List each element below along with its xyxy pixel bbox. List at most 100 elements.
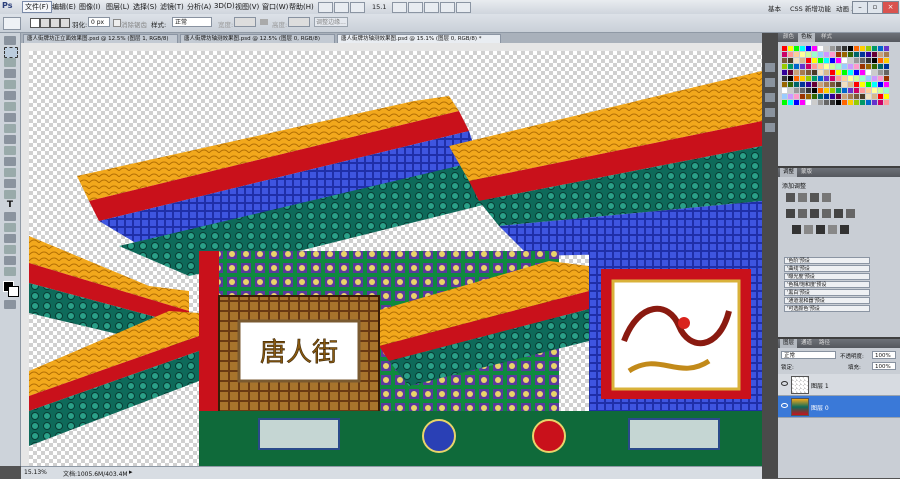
color-swatch[interactable] [824,88,829,93]
color-swatch[interactable] [854,88,859,93]
color-swatch[interactable] [866,76,871,81]
color-swatch[interactable] [872,52,877,57]
color-swatch[interactable] [794,88,799,93]
type-tool-icon[interactable]: T [4,201,16,210]
menu-filter[interactable]: 滤镜(T) [160,2,184,12]
tab-layers[interactable]: 图层 [780,339,798,348]
adjustment-icons-row-1[interactable] [786,193,856,203]
color-swatch[interactable] [860,88,865,93]
color-swatch[interactable] [884,94,889,99]
color-swatch[interactable] [872,76,877,81]
color-swatch[interactable] [836,46,841,51]
color-swatch[interactable] [812,76,817,81]
subtract-selection-icon[interactable] [50,18,60,28]
history-brush-tool-icon[interactable] [4,135,16,144]
color-swatch[interactable] [782,76,787,81]
color-swatch[interactable] [848,52,853,57]
color-swatch[interactable] [830,76,835,81]
color-swatch[interactable] [878,46,883,51]
crop-tool-icon[interactable] [4,80,16,89]
color-swatch[interactable] [782,58,787,63]
color-swatch[interactable] [782,46,787,51]
color-swatch[interactable] [842,82,847,87]
fill-input[interactable]: 100% [872,362,896,370]
color-swatch[interactable] [812,94,817,99]
color-swatch[interactable] [782,88,787,93]
gradient-tool-icon[interactable] [4,157,16,166]
color-swatch[interactable] [794,100,799,105]
color-swatch[interactable] [878,100,883,105]
color-swatch[interactable] [794,64,799,69]
minimize-icon[interactable]: – [852,1,868,14]
color-swatch[interactable] [824,58,829,63]
color-swatch[interactable] [818,64,823,69]
preset-black-white[interactable]: '黑白'预设 [784,289,870,296]
color-swatch[interactable] [884,58,889,63]
arrange-documents-icon[interactable] [440,2,455,13]
style-select[interactable]: 正常 [172,17,212,27]
color-swatch[interactable] [848,82,853,87]
tab-document-3[interactable]: 唐人街牌坊轴测效果图.psd @ 15.1% (图层 0, RGB/8) * [337,34,501,43]
bridge-icon[interactable] [318,2,333,13]
color-swatch[interactable] [818,76,823,81]
menu-file[interactable]: 文件(F) [22,1,52,13]
healing-brush-tool-icon[interactable] [4,102,16,111]
quick-mask-icon[interactable] [4,300,16,309]
color-swatch[interactable] [884,100,889,105]
color-swatch[interactable] [866,46,871,51]
layer-row-1[interactable]: 图层 1 [778,374,900,396]
color-swatch[interactable] [872,94,877,99]
color-swatch[interactable] [782,82,787,87]
color-swatch[interactable] [878,64,883,69]
color-swatch[interactable] [812,52,817,57]
intersect-selection-icon[interactable] [60,18,70,28]
color-swatch[interactable] [830,82,835,87]
color-swatch[interactable] [848,94,853,99]
history-panel-icon[interactable] [765,63,775,72]
color-swatch[interactable] [818,70,823,75]
color-swatch[interactable] [842,64,847,69]
color-swatch[interactable] [794,76,799,81]
refine-edge-button[interactable]: 调整边缘... [314,17,348,27]
lasso-tool-icon[interactable] [4,58,16,67]
tab-swatches[interactable]: 色板 [798,33,816,42]
color-swatch[interactable] [824,94,829,99]
menu-image[interactable]: 图像(I) [79,2,101,12]
color-swatch[interactable] [794,94,799,99]
color-swatch[interactable] [818,46,823,51]
shape-tool-icon[interactable] [4,223,16,232]
color-swatch[interactable] [812,88,817,93]
color-swatch[interactable] [830,58,835,63]
color-swatch[interactable] [800,52,805,57]
color-swatch[interactable] [878,94,883,99]
color-swatch[interactable] [806,88,811,93]
color-swatch[interactable] [836,82,841,87]
color-swatch[interactable] [830,52,835,57]
color-swatch[interactable] [884,52,889,57]
color-swatch[interactable] [866,100,871,105]
color-swatch[interactable] [800,94,805,99]
color-swatch[interactable] [854,82,859,87]
color-swatch[interactable] [860,52,865,57]
color-swatch[interactable] [830,64,835,69]
color-swatch[interactable] [788,100,793,105]
color-swatch[interactable] [782,52,787,57]
color-swatch[interactable] [854,52,859,57]
color-swatch[interactable] [860,82,865,87]
color-swatch[interactable] [824,52,829,57]
tab-paths[interactable]: 路径 [816,339,833,348]
color-swatch[interactable] [854,100,859,105]
color-swatch[interactable] [812,70,817,75]
color-swatch[interactable] [806,52,811,57]
hand-tool-icon[interactable] [392,2,407,13]
color-swatch[interactable] [806,94,811,99]
opacity-input[interactable]: 100% [872,351,896,359]
color-swatch[interactable] [878,76,883,81]
3d-rotate-tool-icon[interactable] [4,234,16,243]
layer-row-0[interactable]: 图层 0 [778,396,900,418]
color-swatch[interactable] [812,46,817,51]
color-swatch[interactable] [836,100,841,105]
feather-input[interactable]: 0 px [88,17,110,27]
color-swatch[interactable] [824,82,829,87]
color-swatch[interactable] [866,64,871,69]
